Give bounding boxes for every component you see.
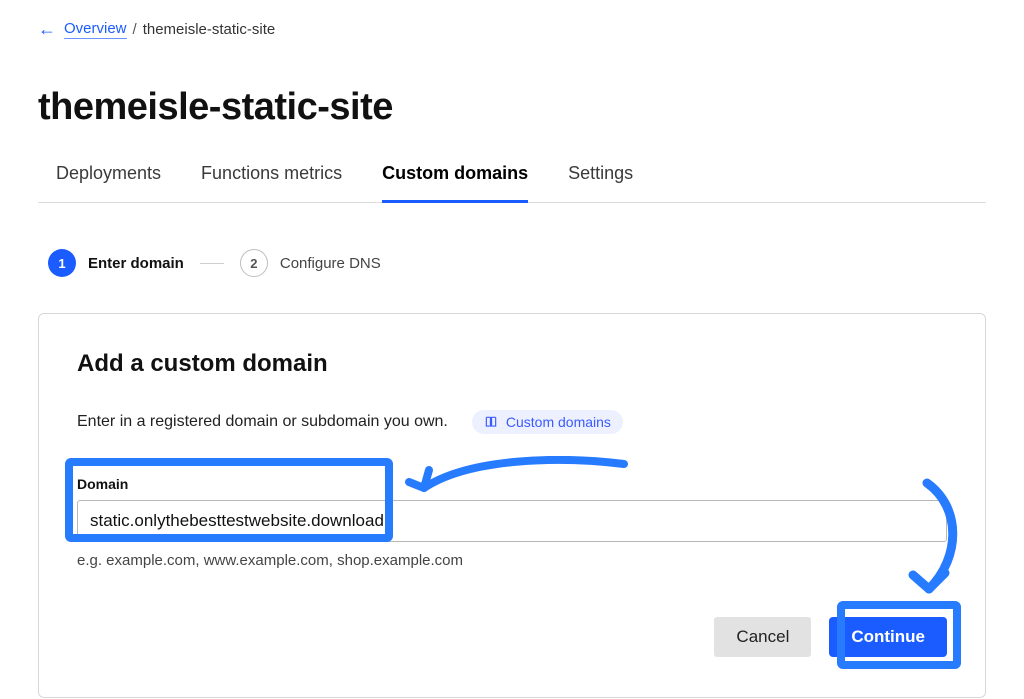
book-icon <box>484 415 498 429</box>
stepper: 1 Enter domain 2 Configure DNS <box>48 249 986 277</box>
back-arrow-icon[interactable]: ← <box>38 20 56 38</box>
cancel-button[interactable]: Cancel <box>714 617 811 657</box>
breadcrumb-separator: / <box>133 21 137 38</box>
domain-label: Domain <box>77 476 947 492</box>
domain-input[interactable] <box>77 500 947 542</box>
doc-chip-label: Custom domains <box>506 414 611 430</box>
tab-settings[interactable]: Settings <box>568 161 633 203</box>
tab-deployments[interactable]: Deployments <box>56 161 161 203</box>
custom-domains-doc-chip[interactable]: Custom domains <box>472 410 623 434</box>
step-configure-dns: 2 Configure DNS <box>240 249 381 277</box>
continue-button[interactable]: Continue <box>829 617 947 657</box>
add-custom-domain-card: Add a custom domain Enter in a registere… <box>38 313 986 698</box>
step-label: Configure DNS <box>280 255 381 272</box>
breadcrumb-overview-link[interactable]: Overview <box>64 20 127 39</box>
tab-functions-metrics[interactable]: Functions metrics <box>201 161 342 203</box>
step-connector <box>200 263 224 264</box>
card-title: Add a custom domain <box>77 350 947 378</box>
step-number-badge: 1 <box>48 249 76 277</box>
card-subtitle: Enter in a registered domain or subdomai… <box>77 413 448 431</box>
form-actions: Cancel Continue <box>77 617 947 657</box>
breadcrumb: ← Overview / themeisle-static-site <box>38 16 986 42</box>
tab-custom-domains[interactable]: Custom domains <box>382 161 528 203</box>
tabs: Deployments Functions metrics Custom dom… <box>38 161 986 203</box>
domain-form-group: Domain e.g. example.com, www.example.com… <box>77 476 947 569</box>
domain-hint: e.g. example.com, www.example.com, shop.… <box>77 552 947 569</box>
step-number-badge: 2 <box>240 249 268 277</box>
breadcrumb-current: themeisle-static-site <box>143 21 276 38</box>
step-label: Enter domain <box>88 255 184 272</box>
page-title: themeisle-static-site <box>38 86 986 129</box>
step-enter-domain: 1 Enter domain <box>48 249 184 277</box>
